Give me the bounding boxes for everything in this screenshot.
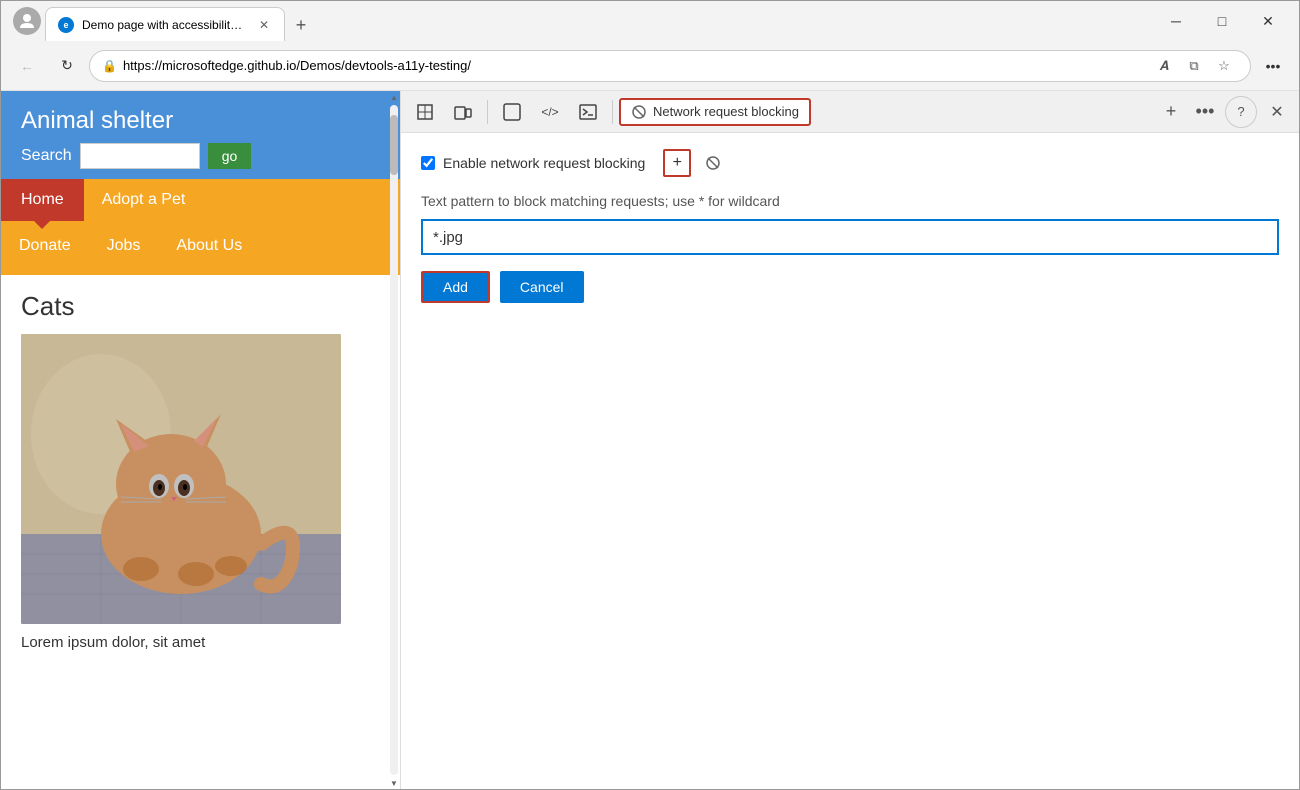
html-view-button[interactable]: </>	[532, 96, 568, 128]
tabs-area: e Demo page with accessibility issu ✕ +	[45, 1, 1153, 41]
search-row: Search go	[21, 143, 380, 169]
cancel-button[interactable]: Cancel	[500, 271, 584, 303]
browser-extras-button[interactable]: •••	[1255, 48, 1291, 84]
nav-donate[interactable]: Donate	[1, 225, 89, 267]
nav-home[interactable]: Home	[1, 179, 84, 221]
devtools-toolbar: </> Network request blocking + •••	[401, 91, 1299, 133]
network-request-blocking-tab[interactable]: Network request blocking	[619, 98, 811, 126]
add-button[interactable]: Add	[421, 271, 490, 303]
search-input[interactable]	[80, 143, 200, 169]
nav-jobs[interactable]: Jobs	[89, 225, 159, 267]
enable-row: Enable network request blocking +	[421, 149, 1279, 177]
cat-image	[21, 334, 341, 624]
cats-heading: Cats	[21, 291, 380, 322]
toolbar-separator2	[612, 100, 613, 124]
shelter-nav-row2: Donate Jobs About Us	[1, 221, 400, 275]
toolbar-separator	[487, 100, 488, 124]
enable-checkbox[interactable]	[421, 156, 435, 170]
tab-close-button[interactable]: ✕	[256, 17, 272, 33]
read-aloud-icon[interactable]: 𝑨	[1150, 52, 1178, 80]
scroll-up-arrow[interactable]: ▲	[388, 91, 400, 103]
devtools-content: Enable network request blocking + Text	[401, 133, 1299, 789]
browser-extra-icons: •••	[1255, 48, 1291, 84]
active-tab-label: Network request blocking	[653, 104, 799, 119]
new-tab-button[interactable]: +	[285, 9, 317, 41]
shelter-header: Animal shelter Search go	[1, 91, 400, 179]
shelter-nav: Home Adopt a Pet	[1, 179, 400, 221]
clear-all-button[interactable]	[699, 149, 727, 177]
browser-tab[interactable]: e Demo page with accessibility issu ✕	[45, 7, 285, 41]
elements-panel-button[interactable]	[494, 96, 530, 128]
form-actions: Add Cancel	[421, 271, 1279, 303]
favorites-icon[interactable]: ☆	[1210, 52, 1238, 80]
page-content: Cats	[1, 275, 400, 789]
minimize-button[interactable]: ─	[1153, 5, 1199, 37]
address-action-icons: 𝑨 ⧉ ☆	[1150, 52, 1238, 80]
split-screen-icon[interactable]: ⧉	[1180, 52, 1208, 80]
lorem-text: Lorem ipsum dolor, sit amet	[21, 634, 380, 651]
add-pattern-button[interactable]: +	[663, 149, 691, 177]
devtools-panel: </> Network request blocking + •••	[401, 91, 1299, 789]
scrollbar-thumb[interactable]	[390, 115, 398, 175]
close-button[interactable]: ✕	[1245, 5, 1291, 37]
action-buttons: +	[663, 149, 727, 177]
scroll-down-arrow[interactable]: ▼	[388, 777, 400, 789]
webpage-scrollbar[interactable]: ▲ ▼	[388, 91, 400, 789]
address-bar: ← ↻ 🔒 𝑨 ⧉ ☆ •••	[1, 41, 1299, 91]
window-controls: ─ □ ✕	[1153, 5, 1291, 37]
nav-about[interactable]: About Us	[158, 225, 260, 267]
devtools-close-button[interactable]: ✕	[1261, 96, 1293, 128]
scrollbar-track[interactable]	[390, 105, 398, 775]
search-label: Search	[21, 147, 72, 165]
maximize-button[interactable]: □	[1199, 5, 1245, 37]
go-button[interactable]: go	[208, 143, 252, 169]
tab-favicon: e	[58, 17, 74, 33]
inspect-element-button[interactable]	[407, 96, 443, 128]
overflow-button[interactable]: •••	[1189, 96, 1221, 128]
title-bar: e Demo page with accessibility issu ✕ + …	[1, 1, 1299, 41]
webpage-panel: Animal shelter Search go Home Adopt a Pe…	[1, 91, 401, 789]
refresh-button[interactable]: ↻	[49, 48, 85, 84]
help-button[interactable]: ?	[1225, 96, 1257, 128]
address-input[interactable]	[123, 58, 1144, 73]
user-avatar	[9, 3, 45, 39]
enable-checkbox-wrap: Enable network request blocking	[421, 155, 645, 171]
lock-icon: 🔒	[102, 59, 117, 73]
tab-title: Demo page with accessibility issu	[82, 18, 248, 32]
pattern-input[interactable]	[421, 219, 1279, 255]
back-button[interactable]: ←	[9, 48, 45, 84]
console-button[interactable]	[570, 96, 606, 128]
device-emulation-button[interactable]	[445, 96, 481, 128]
more-tools-button[interactable]: +	[1155, 96, 1187, 128]
shelter-title: Animal shelter	[21, 107, 380, 135]
nav-adopt[interactable]: Adopt a Pet	[84, 179, 204, 221]
cat-placeholder	[21, 334, 341, 624]
enable-label[interactable]: Enable network request blocking	[443, 155, 645, 171]
pattern-description: Text pattern to block matching requests;…	[421, 193, 1279, 209]
main-area: Animal shelter Search go Home Adopt a Pe…	[1, 91, 1299, 789]
address-input-wrap: 🔒 𝑨 ⧉ ☆	[89, 50, 1251, 82]
user-icon	[13, 7, 41, 35]
